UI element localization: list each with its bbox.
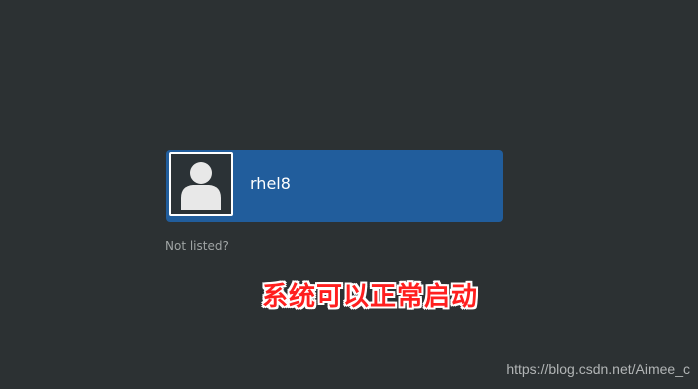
watermark: https://blog.csdn.net/Aimee_c — [506, 361, 690, 377]
user-silhouette-icon — [181, 162, 221, 210]
not-listed-link[interactable]: Not listed? — [165, 239, 229, 253]
user-name: rhel8 — [250, 174, 291, 193]
avatar — [169, 152, 233, 216]
annotation-caption: 系统可以正常启动 — [262, 282, 479, 312]
user-list-item-rhel8[interactable]: rhel8 — [166, 150, 503, 222]
